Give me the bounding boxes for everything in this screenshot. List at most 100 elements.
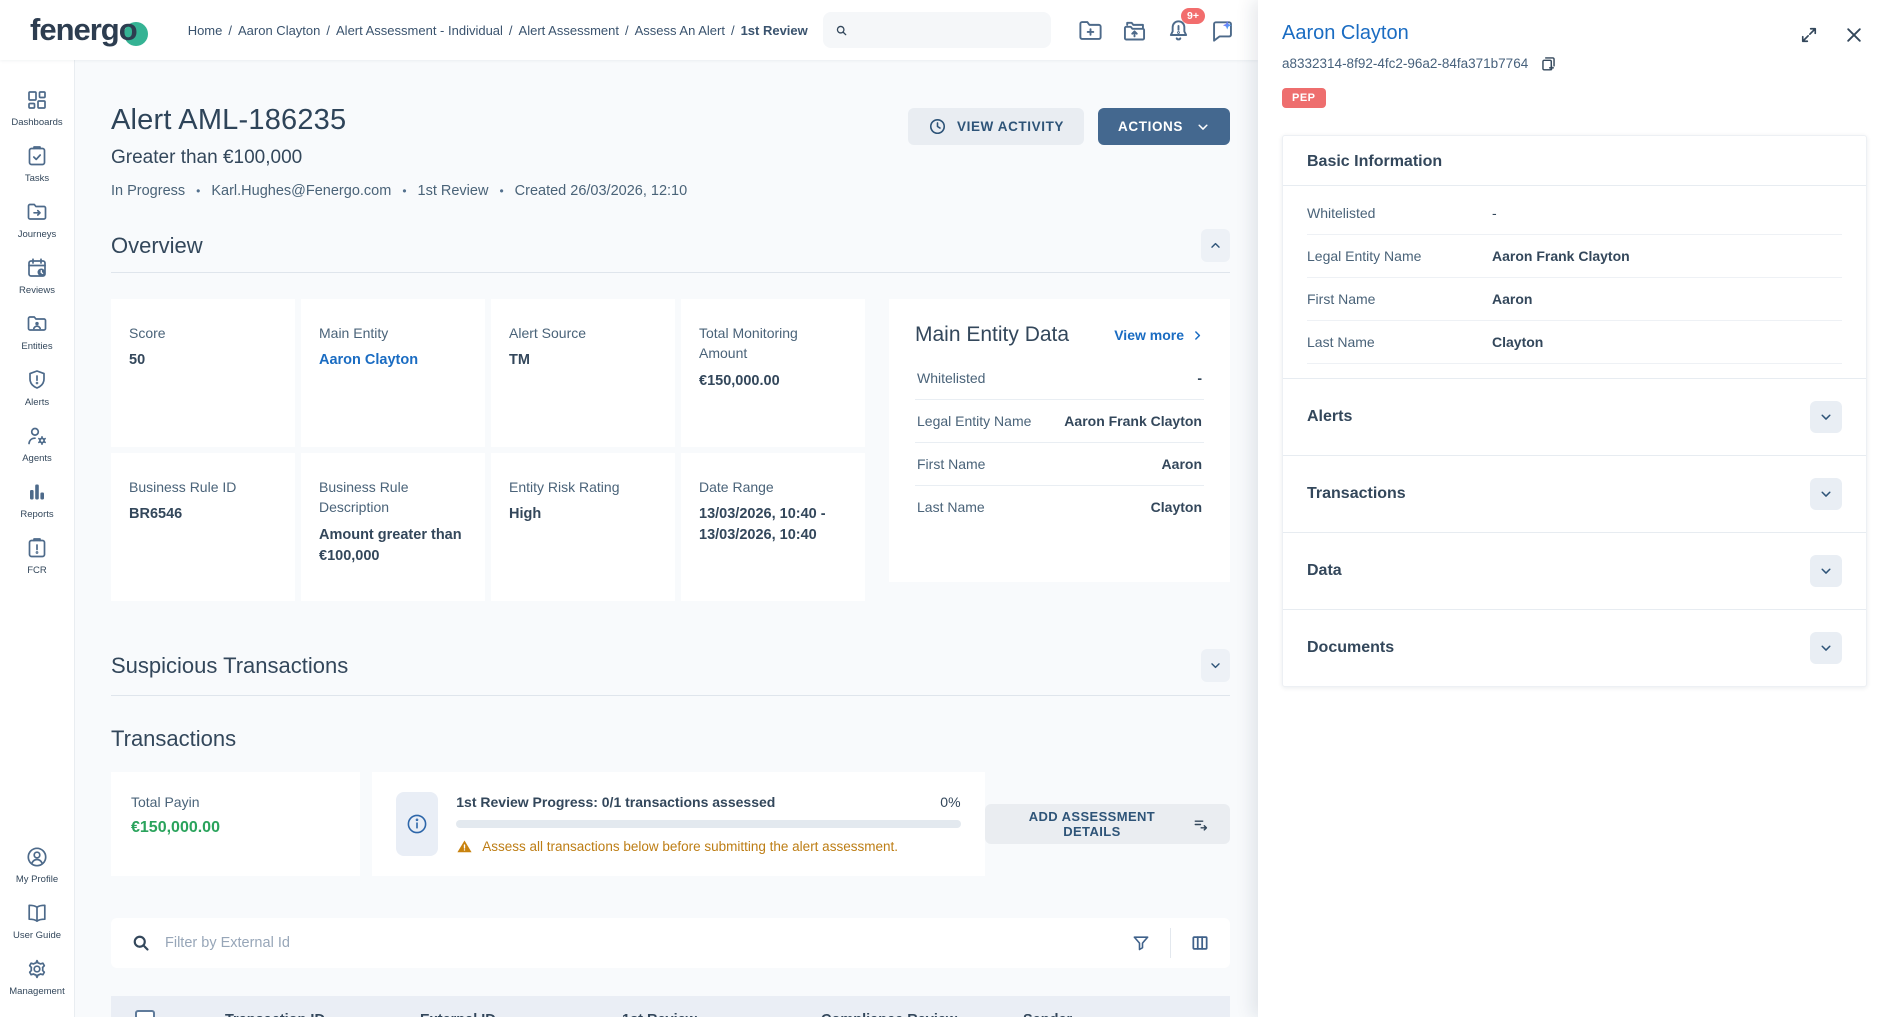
sidebar-label: User Guide <box>13 930 61 941</box>
progress-title: 1st Review Progress: 0/1 transactions as… <box>456 794 775 810</box>
agents-icon <box>25 424 49 448</box>
sidebar-item-alerts[interactable]: Alerts <box>0 360 74 416</box>
card-value: TM <box>509 350 657 371</box>
sidebar-item-reports[interactable]: Reports <box>0 472 74 528</box>
section-data[interactable]: Data <box>1283 532 1866 609</box>
close-drawer-button[interactable] <box>1844 25 1864 50</box>
row-label: Last Name <box>1307 334 1492 350</box>
folder-plus-icon <box>1077 17 1104 44</box>
view-more-label: View more <box>1114 327 1184 343</box>
upload-case-button[interactable] <box>1121 17 1148 44</box>
alert-subtitle: Greater than €100,000 <box>111 147 687 169</box>
sidebar-item-journeys[interactable]: Journeys <box>0 192 74 248</box>
breadcrumb-assessment-individual[interactable]: Alert Assessment - Individual <box>336 23 519 38</box>
notifications-button[interactable]: 9+ <box>1165 17 1192 44</box>
total-payin-value: €150,000.00 <box>131 819 340 837</box>
column-external-id[interactable]: External ID <box>420 1012 622 1017</box>
entity-name-title[interactable]: Aaron Clayton <box>1282 22 1867 45</box>
filter-funnel-icon[interactable] <box>1131 933 1151 953</box>
suspicious-expand-button[interactable] <box>1201 649 1230 682</box>
view-activity-label: VIEW ACTIVITY <box>957 119 1064 134</box>
info-row-legal-entity-name: Legal Entity Name Aaron Frank Clayton <box>1307 235 1842 278</box>
info-row-last-name: Last Name Clayton <box>1307 321 1842 364</box>
sidebar-item-reviews[interactable]: Reviews <box>0 248 74 304</box>
view-more-link[interactable]: View more <box>1114 327 1204 343</box>
section-documents[interactable]: Documents <box>1283 609 1866 686</box>
basic-information-title: Basic Information <box>1283 136 1866 186</box>
documents-expand-button[interactable] <box>1810 632 1842 664</box>
select-all-checkbox[interactable] <box>135 1010 155 1017</box>
main-entity-link[interactable]: Aaron Clayton <box>319 350 467 371</box>
entities-icon <box>25 312 49 336</box>
transactions-expand-button[interactable] <box>1810 478 1842 510</box>
breadcrumb-first-review: 1st Review <box>741 23 808 38</box>
data-expand-button[interactable] <box>1810 555 1842 587</box>
chevron-down-icon <box>1819 410 1833 424</box>
filter-input[interactable] <box>165 935 1131 951</box>
sidebar-item-dashboards[interactable]: Dashboards <box>0 80 74 136</box>
dashboards-icon <box>25 88 49 112</box>
column-sender[interactable]: Sender <box>1023 1012 1206 1017</box>
top-navbar: fenergo Home Aaron Clayton Alert Assessm… <box>0 0 1258 60</box>
row-value: Aaron Frank Clayton <box>1492 248 1630 264</box>
folder-upload-icon <box>1121 17 1148 44</box>
sidebar-item-agents[interactable]: Agents <box>0 416 74 472</box>
divider <box>1170 928 1171 958</box>
warning-row: Assess all transactions below before sub… <box>456 838 960 855</box>
total-payin-card: Total Payin €150,000.00 <box>111 772 360 876</box>
business-rule-desc-card: Business Rule Description Amount greater… <box>301 453 485 601</box>
expand-drawer-button[interactable] <box>1799 25 1819 50</box>
columns-icon[interactable] <box>1190 933 1210 953</box>
sidebar-item-tasks[interactable]: Tasks <box>0 136 74 192</box>
sidebar-item-entities[interactable]: Entities <box>0 304 74 360</box>
warning-text: Assess all transactions below before sub… <box>482 839 898 854</box>
header-actions: VIEW ACTIVITY ACTIONS <box>908 108 1230 145</box>
sidebar-label: Agents <box>22 453 52 464</box>
add-assessment-details-button[interactable]: ADD ASSESSMENT DETAILS <box>985 804 1230 844</box>
data-row-whitelisted: Whitelisted - <box>915 357 1204 400</box>
column-compliance-review[interactable]: Compliance Review <box>821 1012 1023 1017</box>
chevron-down-icon <box>1209 659 1222 672</box>
main-entity-card: Main Entity Aaron Clayton <box>301 299 485 447</box>
entity-risk-rating-card: Entity Risk Rating High <box>491 453 675 601</box>
progress-bar <box>456 820 960 828</box>
overview-collapse-button[interactable] <box>1201 229 1230 262</box>
review-progress-panel: 1st Review Progress: 0/1 transactions as… <box>372 772 984 876</box>
create-case-button[interactable] <box>1077 17 1104 44</box>
column-first-review[interactable]: 1st Review <box>622 1012 821 1017</box>
actions-button[interactable]: ACTIONS <box>1098 108 1230 145</box>
chevron-down-icon <box>1819 564 1833 578</box>
global-search[interactable] <box>823 12 1051 48</box>
fenergo-logo[interactable]: fenergo <box>30 12 148 48</box>
sidebar-item-user-guide[interactable]: User Guide <box>0 893 74 949</box>
view-activity-button[interactable]: VIEW ACTIVITY <box>908 108 1084 145</box>
row-value: Aaron <box>1162 456 1202 472</box>
entity-id-row: a8332314-8f92-4fc2-96a2-84fa371b7764 <box>1282 54 1867 73</box>
breadcrumb-assess-an-alert[interactable]: Assess An Alert <box>635 23 741 38</box>
card-label: Alert Source <box>509 323 657 343</box>
section-alerts[interactable]: Alerts <box>1283 378 1866 455</box>
copy-icon[interactable] <box>1539 54 1558 73</box>
info-icon <box>405 812 429 836</box>
card-label: Main Entity <box>319 323 467 343</box>
sidebar-item-my-profile[interactable]: My Profile <box>0 837 74 893</box>
breadcrumb-alert-assessment[interactable]: Alert Assessment <box>519 23 635 38</box>
section-transactions[interactable]: Transactions <box>1283 455 1866 532</box>
main-column: fenergo Home Aaron Clayton Alert Assessm… <box>0 0 1258 1017</box>
breadcrumb-entity[interactable]: Aaron Clayton <box>238 23 336 38</box>
column-transaction-id[interactable]: Transaction ID <box>225 1012 420 1017</box>
info-row-first-name: First Name Aaron <box>1307 278 1842 321</box>
global-search-input[interactable] <box>858 22 1039 38</box>
tasks-icon <box>25 144 49 168</box>
alerts-expand-button[interactable] <box>1810 401 1842 433</box>
row-value: - <box>1492 205 1497 221</box>
add-assessment-label: ADD ASSESSMENT DETAILS <box>1005 809 1180 839</box>
chevron-down-icon <box>1196 120 1210 134</box>
sidebar-item-management[interactable]: Management <box>0 949 74 1005</box>
sidebar-item-fcr[interactable]: FCR <box>0 528 74 584</box>
chevron-down-icon <box>1819 487 1833 501</box>
overview-section-header: Overview <box>111 229 1230 273</box>
body-row: Dashboards Tasks Journeys Reviews Entiti… <box>0 60 1258 1017</box>
ai-assistant-button[interactable] <box>1209 17 1236 44</box>
breadcrumb-home[interactable]: Home <box>188 23 238 38</box>
